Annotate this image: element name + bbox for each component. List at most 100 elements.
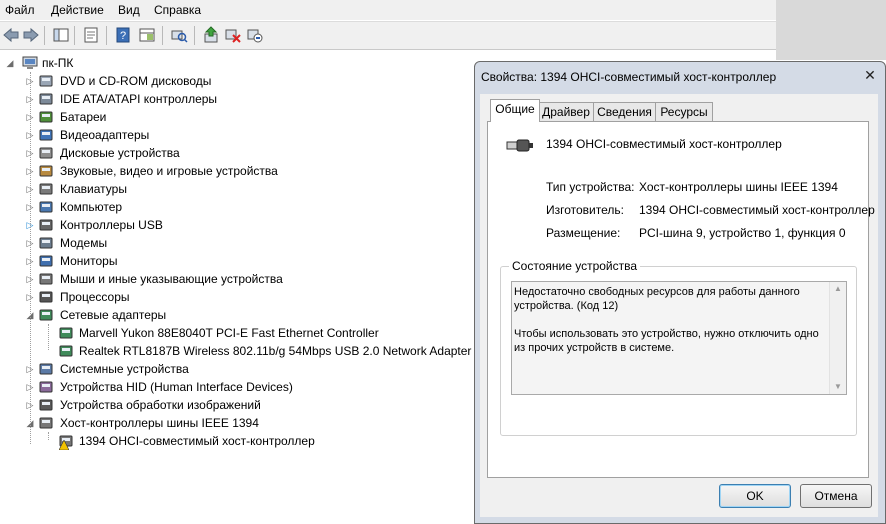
- monitor-icon: [39, 255, 53, 267]
- device-name: 1394 OHCI-совместимый хост-контроллер: [546, 137, 782, 151]
- tree-item[interactable]: ▷ Мониторы: [0, 252, 520, 270]
- close-icon[interactable]: ✕: [861, 66, 879, 84]
- device-status-textbox[interactable]: Недостаточно свободных ресурсов для рабо…: [511, 281, 847, 395]
- firewire-connector-icon: [506, 139, 533, 152]
- tree-child-item[interactable]: Marvell Yukon 88E8040T PCI-E Fast Ethern…: [0, 324, 520, 342]
- tree-item-label: Видеоадаптеры: [60, 128, 150, 142]
- tree-item[interactable]: ▷ Клавиатуры: [0, 180, 520, 198]
- tree-root-label: пк-ПК: [42, 56, 74, 70]
- tree-child-item[interactable]: Realtek RTL8187B Wireless 802.11b/g 54Mb…: [0, 342, 520, 360]
- tree-item-label: Контроллеры USB: [60, 218, 163, 232]
- display-adapter-icon: [39, 129, 53, 141]
- tree-item-label: Компьютер: [60, 200, 123, 214]
- tree-item[interactable]: ▷ Модемы: [0, 234, 520, 252]
- sound-icon: [39, 165, 53, 177]
- toolbar: ?: [0, 21, 776, 50]
- device-status-group: Состояние устройства Недостаточно свобод…: [500, 259, 857, 436]
- show-hide-icon[interactable]: [138, 26, 156, 44]
- tree-item[interactable]: ◢ Сетевые адаптеры: [0, 306, 520, 324]
- tree-item[interactable]: ▷ Дисковые устройства: [0, 144, 520, 162]
- network-icon: [59, 345, 73, 357]
- properties-icon[interactable]: [82, 26, 100, 44]
- network-icon: [39, 309, 53, 321]
- tree-item[interactable]: ▷ Контроллеры USB: [0, 216, 520, 234]
- tree-connector-line: [48, 432, 49, 440]
- prop-value-type: Хост-контроллеры шины IEEE 1394: [639, 180, 838, 194]
- console-tree-icon[interactable]: [52, 26, 70, 44]
- mouse-icon: [39, 273, 53, 285]
- hid-icon: [39, 381, 53, 393]
- prop-label-type: Тип устройства:: [546, 180, 635, 194]
- toolbar-separator: [74, 26, 75, 45]
- tree-connector-line: [30, 72, 31, 444]
- ok-button[interactable]: OK: [719, 484, 791, 508]
- ieee1394-icon: [39, 417, 53, 429]
- prop-value-location: PCI-шина 9, устройство 1, функция 0: [639, 226, 846, 240]
- tree-item[interactable]: ▷ Системные устройства: [0, 360, 520, 378]
- tree-item-label: Мониторы: [60, 254, 118, 268]
- tree-item-label: DVD и CD-ROM дисководы: [60, 74, 212, 88]
- warning-icon: [59, 440, 69, 450]
- tab-driver[interactable]: Драйвер: [538, 102, 594, 121]
- tree-item[interactable]: ▷ Мыши и иные указывающие устройства: [0, 270, 520, 288]
- tree-item[interactable]: ▷ DVD и CD-ROM дисководы: [0, 72, 520, 90]
- menu-file[interactable]: Файл: [5, 3, 35, 17]
- desktop-background: [776, 0, 886, 60]
- tree-item[interactable]: ▷ Процессоры: [0, 288, 520, 306]
- status-scrollbar[interactable]: ▲ ▼: [829, 282, 846, 394]
- collapse-arrow-icon[interactable]: ◢: [5, 57, 15, 69]
- tab-details[interactable]: Сведения: [593, 102, 656, 121]
- network-icon: [59, 327, 73, 339]
- tree-item-label: Модемы: [60, 236, 108, 250]
- device-status-title: Состояние устройства: [509, 259, 641, 273]
- disable-icon[interactable]: [246, 26, 264, 44]
- scroll-up-icon[interactable]: ▲: [830, 282, 846, 296]
- tree-item[interactable]: ▷ Компьютер: [0, 198, 520, 216]
- tree-item[interactable]: ▷ Устройства HID (Human Interface Devices…: [0, 378, 520, 396]
- prop-value-manufacturer: 1394 OHCI-совместимый хост-контроллер: [639, 203, 875, 217]
- system-icon: [39, 363, 53, 375]
- tree-item-label: Батареи: [60, 110, 107, 124]
- tree-item[interactable]: ▷ Звуковые, видео и игровые устройства: [0, 162, 520, 180]
- tree-item-label: 1394 OHCI-совместимый хост-контроллер: [79, 434, 315, 448]
- tree-item[interactable]: ▷ IDE ATA/ATAPI контроллеры: [0, 90, 520, 108]
- general-panel: 1394 OHCI-совместимый хост-контроллер Ти…: [487, 121, 875, 478]
- uninstall-icon[interactable]: [224, 26, 242, 44]
- dvd-icon: [39, 75, 53, 87]
- prop-label-location: Размещение:: [546, 226, 621, 240]
- menu-view[interactable]: Вид: [118, 3, 140, 17]
- prop-label-manufacturer: Изготовитель:: [546, 203, 624, 217]
- update-driver-icon[interactable]: [202, 26, 220, 44]
- svg-text:?: ?: [120, 30, 126, 42]
- tree-item-label: Устройства HID (Human Interface Devices): [60, 380, 293, 394]
- dialog-title: Свойства: 1394 OHCI-совместимый хост-кон…: [481, 70, 777, 84]
- tree-item[interactable]: ▷ Устройства обработки изображений: [0, 396, 520, 414]
- scan-hardware-icon[interactable]: [170, 26, 188, 44]
- menu-action[interactable]: Действие: [51, 3, 104, 17]
- tree-item-label: Мыши и иные указывающие устройства: [60, 272, 283, 286]
- tree-item-label: Клавиатуры: [60, 182, 127, 196]
- usb-icon: [39, 219, 53, 231]
- tree-connector-line: [48, 324, 49, 350]
- scroll-down-icon[interactable]: ▼: [830, 380, 846, 394]
- tab-general[interactable]: Общие: [490, 99, 540, 122]
- computer-icon: [39, 201, 53, 213]
- tree-item[interactable]: ▷ Видеоадаптеры: [0, 126, 520, 144]
- tab-resources[interactable]: Ресурсы: [655, 102, 713, 121]
- tree-child-item[interactable]: 1394 OHCI-совместимый хост-контроллер: [0, 432, 520, 450]
- forward-arrow-icon[interactable]: [22, 26, 40, 44]
- cancel-button[interactable]: Отмена: [800, 484, 872, 508]
- imaging-icon: [39, 399, 53, 411]
- tree-item-label: Marvell Yukon 88E8040T PCI-E Fast Ethern…: [79, 326, 379, 340]
- properties-dialog: Свойства: 1394 OHCI-совместимый хост-кон…: [474, 61, 886, 524]
- tree-root[interactable]: ◢ пк-ПК: [0, 54, 300, 72]
- keyboard-icon: [39, 183, 53, 195]
- tree-item-label: Процессоры: [60, 290, 130, 304]
- tree-item-label: Дисковые устройства: [60, 146, 180, 160]
- dialog-body: Общие Драйвер Сведения Ресурсы 1394 OHCI…: [480, 94, 878, 517]
- back-arrow-icon[interactable]: [2, 26, 20, 44]
- menu-help[interactable]: Справка: [154, 3, 201, 17]
- tree-item[interactable]: ▷ Батареи: [0, 108, 520, 126]
- tree-item[interactable]: ◢ Хост-контроллеры шины IEEE 1394: [0, 414, 520, 432]
- help-icon[interactable]: ?: [114, 26, 132, 44]
